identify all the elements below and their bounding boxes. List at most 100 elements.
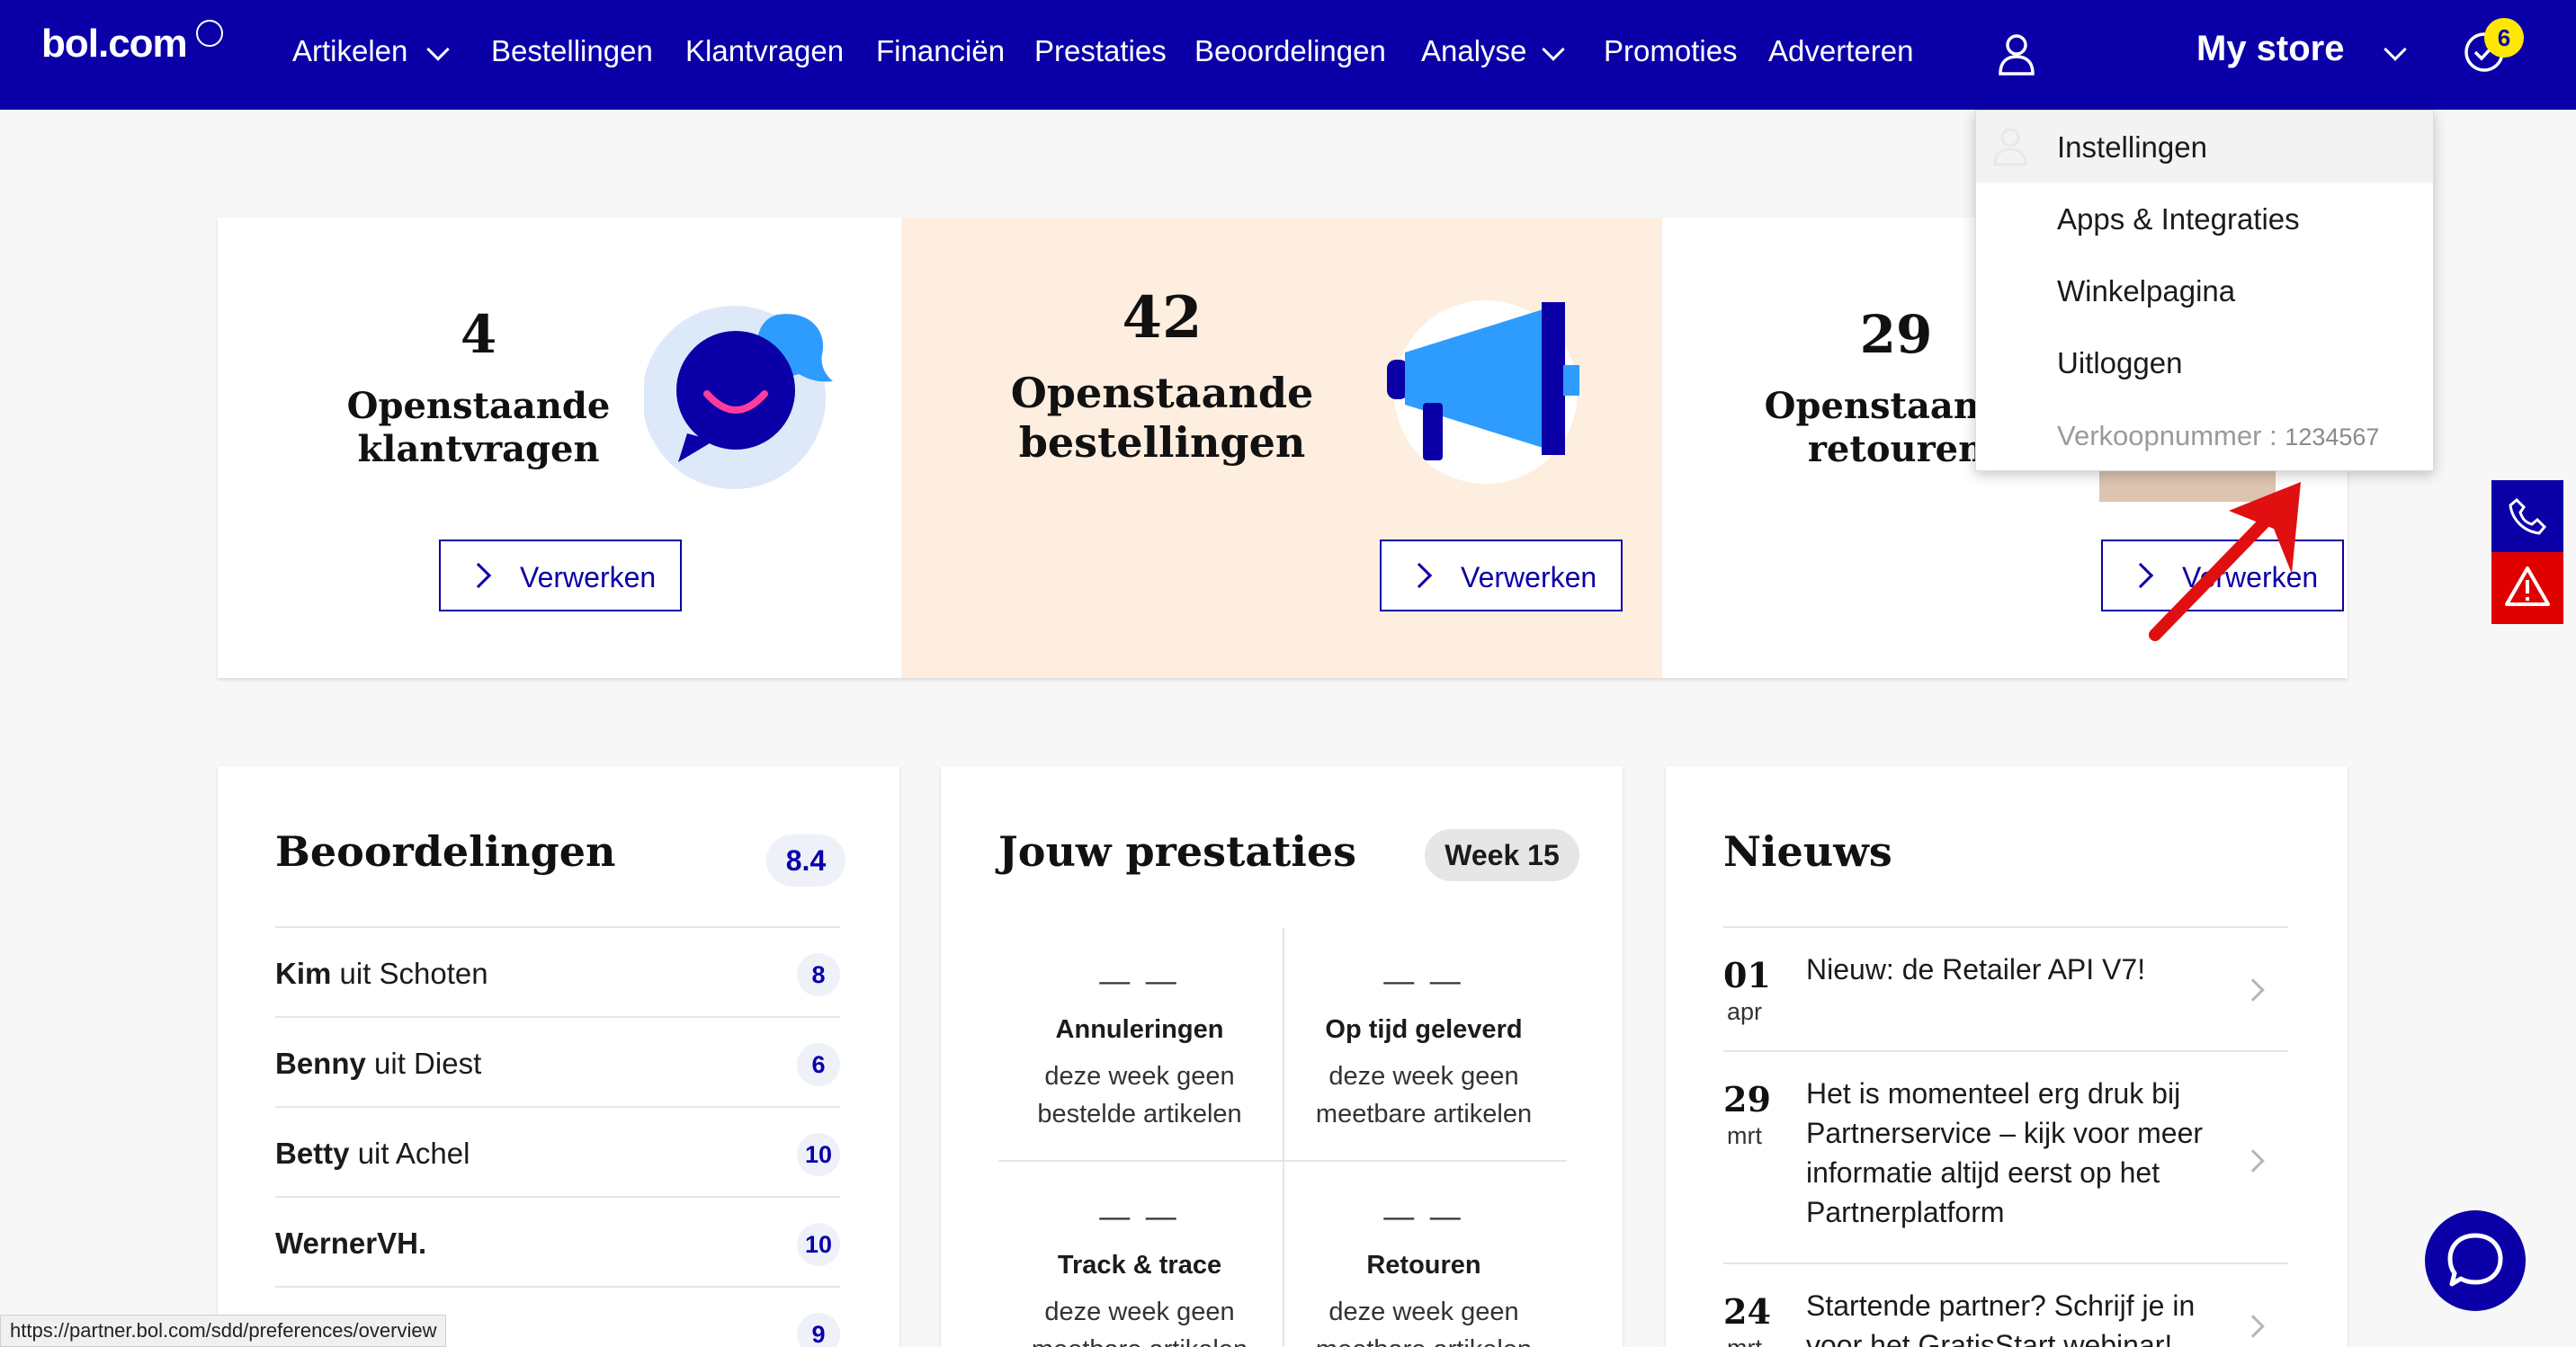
- metric-description: deze week geen meetbare artikelen: [998, 1293, 1281, 1347]
- metric-desc-line2: meetbare artikelen: [1315, 1100, 1533, 1128]
- user-icon: [1993, 128, 2027, 166]
- bol-logo[interactable]: bol.com: [41, 22, 188, 67]
- news-text[interactable]: Nieuw: de Retailer API V7!: [1806, 950, 2238, 989]
- metric-value: — —: [1383, 1200, 1464, 1234]
- account-dropdown-menu: Instellingen Apps & Integraties Winkelpa…: [1975, 110, 2434, 471]
- chevron-down-icon[interactable]: [426, 38, 450, 61]
- nav-bestellingen[interactable]: Bestellingen: [491, 34, 653, 68]
- chevron-right-icon: [465, 562, 492, 589]
- metric-desc-line2: bestelde artikelen: [1037, 1100, 1242, 1128]
- hero-panel-bestellingen: 42 Openstaande bestellingen Verwerken: [901, 218, 1662, 678]
- nav-klantvragen[interactable]: Klantvragen: [685, 34, 844, 68]
- performance-metric[interactable]: — — Annuleringen deze week geen bestelde …: [998, 964, 1281, 1133]
- chevron-right-icon: [1406, 562, 1433, 589]
- nav-adverteren[interactable]: Adverteren: [1768, 34, 1913, 68]
- menu-item-uitloggen[interactable]: Uitloggen: [2057, 346, 2182, 380]
- metric-desc-line2: meetbare artikelen: [1283, 1331, 1565, 1347]
- verwerken-button[interactable]: Verwerken: [439, 540, 682, 611]
- megaphone-icon: [1387, 300, 1579, 484]
- verwerken-button[interactable]: Verwerken: [1380, 540, 1623, 611]
- chevron-right-icon[interactable]: [2241, 1315, 2265, 1338]
- metric-desc-line1: deze week geen: [1044, 1062, 1235, 1091]
- button-label: Verwerken: [520, 561, 657, 593]
- performance-metric[interactable]: — — Op tijd geleverd deze week geen meetb…: [1283, 964, 1565, 1133]
- news-item[interactable]: 24 mrt Startende partner? Schrijf je in …: [1723, 1262, 2288, 1347]
- chat-smile-icon: [644, 306, 833, 489]
- metric-value: — —: [1383, 964, 1464, 998]
- news-day: 01: [1723, 955, 1771, 995]
- review-row[interactable]: Benny uit Diest 6: [275, 1016, 840, 1106]
- reviews-card: Beoordelingen 8.4 Kim uit Schoten 8 Benn…: [218, 766, 899, 1347]
- hero-panel-klantvragen: 4 Openstaande klantvragen Verwerken: [218, 218, 901, 678]
- metric-desc-line1: deze week geen: [1328, 1298, 1519, 1326]
- review-author: Benny uit Diest: [275, 1047, 481, 1081]
- performance-metric[interactable]: — — Retouren deze week geen meetbare arti…: [1283, 1200, 1565, 1347]
- store-name[interactable]: My store: [2196, 29, 2345, 69]
- logo-smiley-icon: [196, 20, 223, 47]
- top-navigation: bol.com Artikelen Bestellingen Klantvrag…: [0, 0, 2576, 110]
- menu-item-winkelpagina[interactable]: Winkelpagina: [2057, 274, 2235, 308]
- review-author-name: Kim: [275, 957, 332, 990]
- news-day: 29: [1723, 1079, 1771, 1120]
- review-score: 8: [797, 953, 840, 996]
- alert-button[interactable]: [2491, 552, 2563, 624]
- chat-icon: [2447, 1233, 2503, 1287]
- nav-financien[interactable]: Financiën: [876, 34, 1005, 68]
- performance-metric[interactable]: — — Track & trace deze week geen meetbare…: [998, 1200, 1281, 1347]
- review-author-place: uit Schoten: [339, 957, 488, 990]
- metric-title: Track & trace: [1057, 1251, 1222, 1280]
- news-item[interactable]: 01 apr Nieuw: de Retailer API V7!: [1723, 926, 2288, 1050]
- news-title: Nieuws: [1723, 827, 1892, 876]
- nav-artikelen[interactable]: Artikelen: [292, 34, 407, 68]
- seller-number-value: 1234567: [2285, 424, 2380, 450]
- review-row[interactable]: Betty uit Achel 10: [275, 1106, 840, 1196]
- menu-item-instellingen[interactable]: Instellingen: [2057, 130, 2207, 165]
- review-score: 10: [797, 1223, 840, 1266]
- metric-desc-line2: meetbare artikelen: [998, 1331, 1281, 1347]
- metric-value: — —: [1099, 1200, 1180, 1234]
- user-icon[interactable]: [1997, 32, 2036, 76]
- chevron-down-icon[interactable]: [1542, 38, 1565, 61]
- news-card: Nieuws 01 apr Nieuw: de Retailer API V7!…: [1666, 766, 2348, 1347]
- hero-label: Openstaande bestellingen: [973, 369, 1351, 468]
- chevron-right-icon[interactable]: [2241, 1149, 2265, 1173]
- review-author: Kim uit Schoten: [275, 957, 488, 991]
- hero-number: 42: [1122, 284, 1203, 352]
- review-author-name: Benny: [275, 1047, 366, 1080]
- hero-label: Openstaande klantvragen: [308, 385, 649, 471]
- performance-card: Jouw prestaties Week 15 — — Annuleringen…: [941, 766, 1623, 1347]
- metric-description: deze week geen meetbare artikelen: [1283, 1293, 1565, 1347]
- chat-button[interactable]: [2425, 1210, 2526, 1311]
- news-text[interactable]: Het is momenteel erg druk bij Partnerser…: [1806, 1074, 2238, 1232]
- review-score: 10: [797, 1133, 840, 1176]
- nav-analyse[interactable]: Analyse: [1421, 34, 1526, 68]
- performance-week-badge: Week 15: [1425, 829, 1579, 881]
- metric-title: Retouren: [1366, 1251, 1481, 1280]
- metric-desc-line1: deze week geen: [1044, 1298, 1235, 1326]
- phone-icon: [2509, 497, 2547, 535]
- chevron-right-icon[interactable]: [2241, 978, 2265, 1002]
- news-day: 24: [1723, 1291, 1771, 1332]
- metric-title: Op tijd geleverd: [1325, 1015, 1523, 1044]
- metric-description: deze week geen meetbare artikelen: [1283, 1057, 1565, 1133]
- review-author-place: uit Achel: [357, 1137, 470, 1170]
- review-row[interactable]: Kim uit Schoten 8: [275, 926, 840, 1016]
- nav-promoties[interactable]: Promoties: [1604, 34, 1738, 68]
- news-text[interactable]: Startende partner? Schrijf je in voor he…: [1806, 1286, 2238, 1347]
- nav-beoordelingen[interactable]: Beoordelingen: [1194, 34, 1386, 68]
- nav-prestaties[interactable]: Prestaties: [1034, 34, 1167, 68]
- chevron-down-icon[interactable]: [2384, 38, 2407, 61]
- review-author: Betty uit Achel: [275, 1137, 470, 1171]
- review-author-place: uit Diest: [374, 1047, 482, 1080]
- seller-number-label: Verkoopnummer :: [2057, 420, 2277, 451]
- phone-button[interactable]: [2491, 480, 2563, 552]
- metric-description: deze week geen bestelde artikelen: [998, 1057, 1281, 1133]
- warning-icon: [2505, 566, 2550, 606]
- hero-label-line2: klantvragen: [357, 428, 600, 470]
- news-item[interactable]: 29 mrt Het is momenteel erg druk bij Par…: [1723, 1050, 2288, 1262]
- hero-number: 4: [460, 304, 497, 365]
- metric-value: — —: [1099, 964, 1180, 998]
- menu-item-apps-integraties[interactable]: Apps & Integraties: [2057, 202, 2300, 236]
- hero-label-line1: Openstaande: [1010, 369, 1314, 417]
- review-row[interactable]: WernerVH. 10: [275, 1196, 840, 1286]
